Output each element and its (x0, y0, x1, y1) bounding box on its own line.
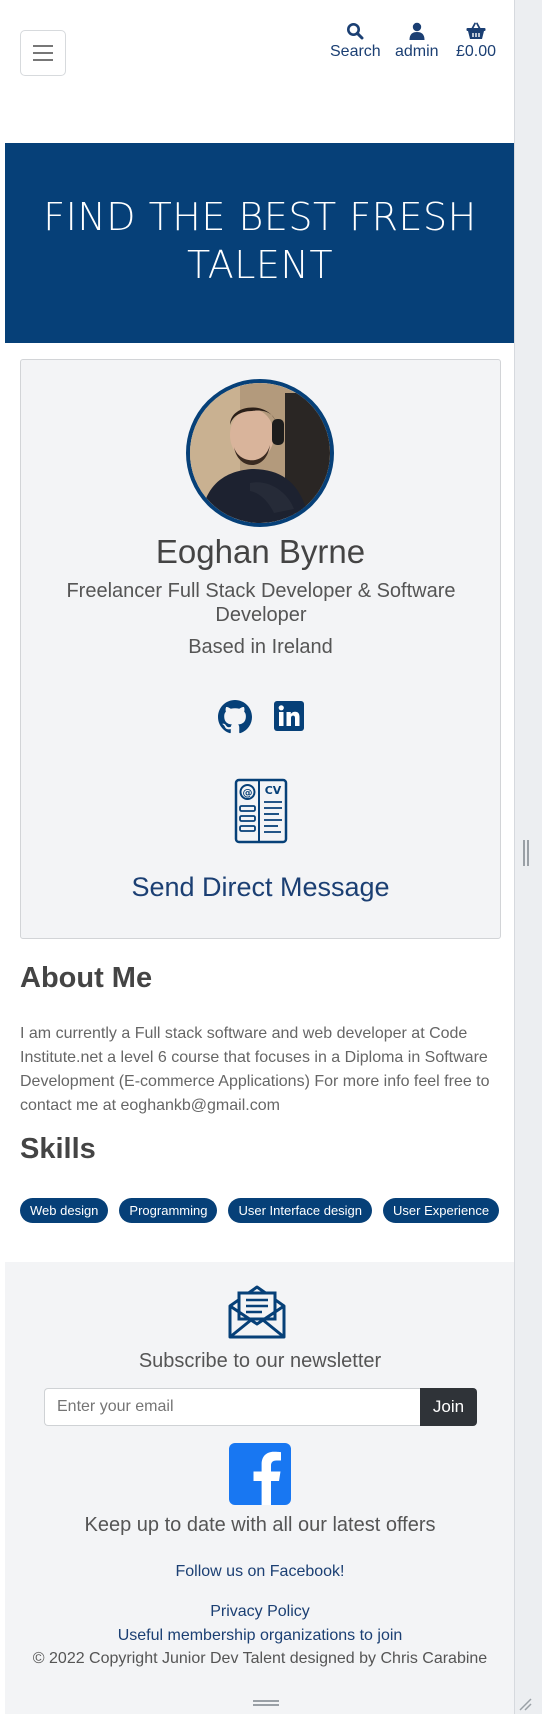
hamburger-menu-button[interactable] (20, 30, 66, 76)
profile-card: Eoghan Byrne Freelancer Full Stack Devel… (20, 359, 501, 939)
cv-document-icon[interactable]: @ CV (234, 778, 288, 849)
resize-grip-icon[interactable] (518, 1697, 532, 1714)
profile-role: Freelancer Full Stack Developer & Softwa… (66, 580, 456, 626)
skill-badge: Programming (119, 1198, 218, 1223)
facebook-icon (253, 1451, 281, 1505)
copyright-text: © 2022 Copyright Junior Dev Talent desig… (32, 1650, 488, 1667)
github-icon (218, 700, 252, 734)
about-heading: About Me (20, 962, 153, 994)
top-navbar: Search admin £0.00 (0, 0, 514, 142)
membership-organizations-link[interactable]: Useful membership organizations to join (5, 1627, 514, 1645)
privacy-policy-link[interactable]: Privacy Policy (5, 1603, 514, 1621)
newsletter-mail-icon (227, 1284, 287, 1345)
hero-banner: FIND THE BEST FRESH TALENT (5, 143, 514, 343)
side-resize-handle[interactable] (523, 840, 529, 866)
page: Search admin £0.00 FIND THE BEST FRESH T… (0, 0, 515, 1714)
email-input[interactable] (44, 1388, 422, 1426)
account-label: admin (395, 43, 439, 60)
send-direct-message-link[interactable]: Send Direct Message (21, 872, 500, 903)
account-nav-link[interactable]: admin (395, 22, 439, 61)
cv-icon: @ CV (234, 778, 288, 844)
bottom-resize-handle[interactable] (253, 1700, 279, 1706)
svg-text:CV: CV (265, 784, 282, 797)
hamburger-icon-bar (33, 52, 53, 54)
skill-badge: User Experience (383, 1198, 500, 1223)
offers-title: Keep up to date with all our latest offe… (84, 1514, 436, 1536)
envelope-icon (228, 1285, 286, 1339)
about-text: I am currently a Full stack software and… (20, 1025, 490, 1114)
skill-badge: User Interface design (228, 1198, 373, 1223)
hero-title: FIND THE BEST FRESH TALENT (43, 195, 477, 287)
search-nav-link[interactable]: Search (330, 22, 381, 61)
profile-location: Based in Ireland (188, 636, 333, 658)
linkedin-link[interactable] (274, 701, 304, 736)
site-footer: Subscribe to our newsletter Join Keep up… (5, 1262, 514, 1714)
skills-list: Web design Programming User Interface de… (20, 1198, 500, 1223)
skill-badge: Web design (20, 1198, 109, 1223)
facebook-logo-link[interactable] (229, 1443, 291, 1505)
follow-facebook-link[interactable]: Follow us on Facebook! (5, 1563, 514, 1581)
search-label: Search (330, 43, 381, 60)
profile-name: Eoghan Byrne (155, 533, 366, 570)
profile-avatar (186, 379, 334, 527)
svg-text:@: @ (243, 788, 253, 799)
hamburger-icon-bar (33, 59, 53, 61)
github-link[interactable] (218, 700, 252, 739)
join-button[interactable]: Join (420, 1388, 477, 1426)
cart-total: £0.00 (456, 43, 497, 60)
newsletter-title: Subscribe to our newsletter (138, 1350, 382, 1372)
cart-nav-link[interactable]: £0.00 (456, 22, 496, 61)
skills-heading: Skills (20, 1133, 96, 1165)
user-icon (409, 22, 425, 40)
search-icon (347, 23, 364, 40)
shopping-basket-icon (466, 22, 486, 39)
linkedin-icon (274, 701, 304, 731)
profile-photo (190, 383, 330, 523)
hamburger-icon-bar (33, 45, 53, 47)
